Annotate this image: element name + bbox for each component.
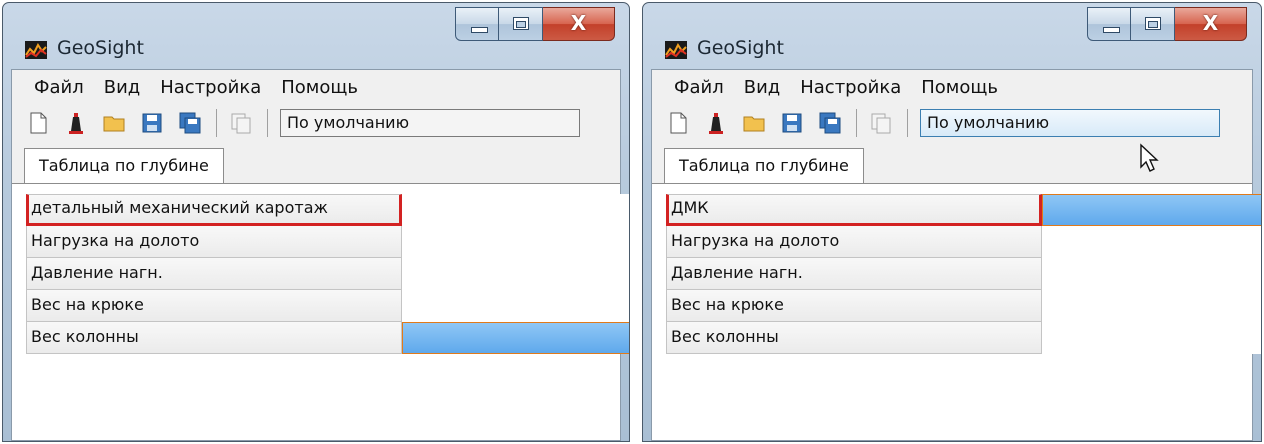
minimize-button[interactable] (455, 7, 499, 41)
tab-strip: Таблица по глубине (652, 142, 1252, 184)
restore-icon (513, 17, 529, 30)
param-name[interactable]: Нагрузка на долото (26, 226, 402, 258)
close-button[interactable]: X (543, 7, 615, 41)
tab-divider (652, 183, 1252, 184)
table-row[interactable]: Давление нагн. (26, 258, 629, 290)
toolbar-separator (856, 109, 857, 137)
table-row[interactable]: Давление нагн. (666, 258, 1261, 290)
copy-icon[interactable] (869, 111, 893, 135)
minimize-button[interactable] (1087, 7, 1131, 41)
param-name[interactable]: ДМК (666, 194, 1042, 226)
param-value[interactable] (1042, 322, 1261, 354)
param-name[interactable]: Вес на крюке (26, 290, 402, 322)
menu-settings[interactable]: Настройка (160, 77, 261, 98)
param-value[interactable] (1042, 226, 1261, 258)
table-row[interactable]: Вес колонны (26, 322, 629, 354)
close-icon: X (1202, 11, 1219, 35)
mouse-cursor-icon (1140, 143, 1159, 172)
menu-view[interactable]: Вид (104, 77, 141, 98)
tab-strip: Таблица по глубине (12, 142, 620, 184)
maximize-button[interactable] (1131, 7, 1175, 41)
toolbar: По умолчанию (12, 104, 620, 142)
param-value[interactable] (1042, 258, 1261, 290)
menu-bar: Файл Вид Настройка Помощь (12, 70, 620, 104)
toolbar-separator (267, 109, 268, 137)
param-name[interactable]: Давление нагн. (26, 258, 402, 290)
toolbar-separator (907, 109, 908, 137)
param-value[interactable] (402, 194, 629, 226)
param-name[interactable]: детальный механический каротаж (26, 194, 402, 226)
param-name[interactable]: Вес колонны (26, 322, 402, 354)
client-area: Файл Вид Настройка Помощь По умолчанию Т… (651, 69, 1261, 441)
geosight-window-right: GeoSight X Файл Вид Настройка Помощь По … (642, 2, 1262, 442)
tower-icon[interactable] (64, 111, 88, 135)
caption-buttons: X (1087, 7, 1247, 41)
open-folder-icon[interactable] (102, 111, 126, 135)
title-bar[interactable]: GeoSight X (643, 3, 1261, 65)
geosight-window-left: GeoSight X Файл Вид Настройка Помощь По … (2, 2, 630, 442)
window-title: GeoSight (697, 37, 784, 59)
title-bar[interactable]: GeoSight X (3, 3, 629, 65)
close-icon: X (570, 11, 587, 35)
save-all-icon[interactable] (818, 111, 842, 135)
new-file-icon[interactable] (26, 111, 50, 135)
tower-icon[interactable] (704, 111, 728, 135)
menu-help[interactable]: Помощь (921, 77, 998, 98)
restore-icon (1145, 17, 1161, 30)
minimize-icon (471, 27, 488, 33)
parameter-table: детальный механический каротаж Нагрузка … (26, 194, 629, 354)
open-folder-icon[interactable] (742, 111, 766, 135)
table-row[interactable]: Нагрузка на долото (666, 226, 1261, 258)
parameter-table: ДМК Нагрузка на долото Давление нагн. Ве… (666, 194, 1261, 354)
window-title: GeoSight (57, 37, 144, 59)
toolbar: По умолчанию (652, 104, 1252, 142)
menu-bar: Файл Вид Настройка Помощь (652, 70, 1252, 104)
app-logo-icon (25, 41, 47, 59)
menu-file[interactable]: Файл (34, 77, 84, 98)
save-icon[interactable] (140, 111, 164, 135)
param-value[interactable] (402, 226, 629, 258)
table-row[interactable]: детальный механический каротаж (26, 194, 629, 226)
param-name[interactable]: Давление нагн. (666, 258, 1042, 290)
table-row[interactable]: Вес колонны (666, 322, 1261, 354)
menu-settings[interactable]: Настройка (800, 77, 901, 98)
tab-depth-table[interactable]: Таблица по глубине (664, 148, 864, 184)
profile-select[interactable]: По умолчанию (280, 109, 580, 137)
client-area: Файл Вид Настройка Помощь По умолчанию Т… (11, 69, 629, 441)
table-row[interactable]: Вес на крюке (26, 290, 629, 322)
param-value[interactable] (1042, 290, 1261, 322)
menu-help[interactable]: Помощь (281, 77, 358, 98)
minimize-icon (1103, 27, 1120, 33)
param-value[interactable] (402, 258, 629, 290)
param-value[interactable] (402, 290, 629, 322)
close-button[interactable]: X (1175, 7, 1247, 41)
toolbar-separator (216, 109, 217, 137)
table-row[interactable]: Нагрузка на долото (26, 226, 629, 258)
param-name[interactable]: Нагрузка на долото (666, 226, 1042, 258)
caption-buttons: X (455, 7, 615, 41)
app-logo-icon (665, 41, 687, 59)
profile-select[interactable]: По умолчанию (920, 109, 1220, 137)
maximize-button[interactable] (499, 7, 543, 41)
save-icon[interactable] (780, 111, 804, 135)
save-all-icon[interactable] (178, 111, 202, 135)
param-value-selected[interactable] (1042, 194, 1261, 226)
menu-file[interactable]: Файл (674, 77, 724, 98)
param-name[interactable]: Вес на крюке (666, 290, 1042, 322)
copy-icon[interactable] (229, 111, 253, 135)
new-file-icon[interactable] (666, 111, 690, 135)
tab-depth-table[interactable]: Таблица по глубине (24, 148, 224, 184)
menu-view[interactable]: Вид (744, 77, 781, 98)
table-row[interactable]: Вес на крюке (666, 290, 1261, 322)
param-value-selected[interactable] (402, 322, 629, 354)
table-row[interactable]: ДМК (666, 194, 1261, 226)
param-name[interactable]: Вес колонны (666, 322, 1042, 354)
tab-divider (12, 183, 620, 184)
